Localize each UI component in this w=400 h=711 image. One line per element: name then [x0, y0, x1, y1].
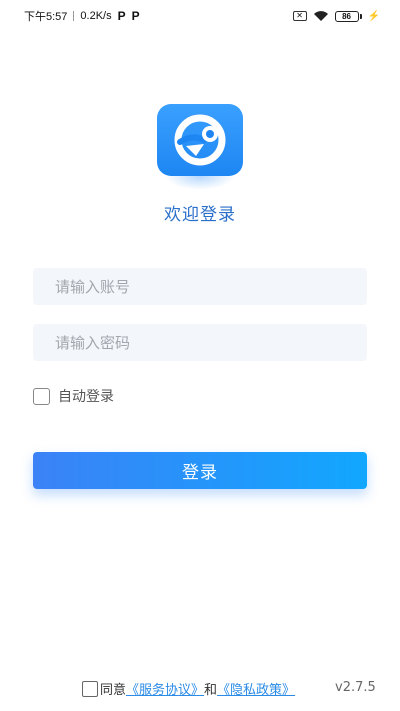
welcome-title: 欢迎登录	[164, 205, 236, 225]
network-speed: 0.2K/s	[80, 10, 112, 22]
status-bar: 下午5:57 0.2K/s P P ✕ 86 ⚡	[0, 0, 400, 32]
parking-icon-2: P	[131, 9, 140, 23]
charging-bolt-icon: ⚡	[367, 10, 380, 22]
battery-icon: 86	[334, 10, 362, 22]
agree-label: 同意	[100, 683, 127, 698]
agreement-checkbox[interactable]	[82, 680, 98, 697]
no-sim-icon: ✕	[292, 11, 307, 21]
battery-cap	[359, 13, 362, 19]
status-time: 下午5:57	[24, 11, 68, 23]
auto-login-option[interactable]: 自动登录	[33, 386, 114, 406]
auto-login-checkbox[interactable]	[33, 387, 50, 405]
app-logo-icon	[157, 104, 243, 176]
password-input[interactable]	[55, 333, 367, 352]
and-text: 和	[204, 683, 218, 698]
logo-container	[157, 104, 243, 190]
battery-level: 86	[342, 11, 351, 21]
wifi-icon	[313, 11, 328, 21]
account-field[interactable]	[33, 268, 367, 305]
login-button[interactable]: 登录	[33, 452, 367, 489]
logo-mark	[174, 114, 226, 166]
status-left: 下午5:57 0.2K/s P P	[24, 8, 140, 24]
service-agreement-link[interactable]: 《服务协议》	[126, 679, 204, 698]
privacy-policy-link[interactable]: 《隐私政策》	[217, 679, 295, 698]
battery-body: 86	[334, 10, 359, 22]
password-field[interactable]	[33, 324, 367, 361]
auto-login-label: 自动登录	[58, 389, 114, 405]
agreement-row: 同意 《服务协议》 和 《隐私政策》	[82, 679, 295, 698]
status-right: ✕ 86 ⚡	[292, 10, 380, 22]
app-version: v2.7.5	[335, 680, 376, 695]
status-divider	[73, 11, 75, 21]
account-input[interactable]	[55, 277, 367, 296]
parking-icon: P	[117, 9, 126, 23]
